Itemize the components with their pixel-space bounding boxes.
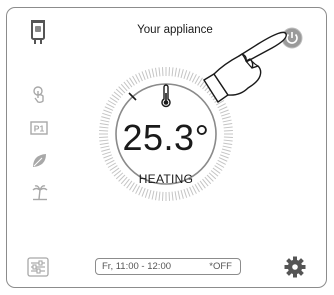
dial-tick — [101, 116, 111, 120]
dial-tick — [183, 189, 188, 198]
sliders-icon[interactable] — [27, 257, 49, 277]
eco-leaf-icon[interactable] — [31, 152, 48, 169]
dial-tick — [174, 67, 177, 77]
dial-tick — [141, 71, 146, 81]
dial-tick — [151, 190, 155, 200]
dial-tick — [138, 186, 143, 196]
holiday-palm-icon[interactable] — [32, 184, 48, 201]
schedule-bar[interactable]: Fr, 11:00 - 12:00 *OFF — [95, 258, 241, 275]
dial-tick — [148, 69, 152, 79]
dial-tick — [186, 187, 191, 197]
dial-tick — [158, 67, 161, 77]
dial-tick — [171, 67, 174, 77]
dial-tick — [104, 106, 114, 111]
dial-tick — [151, 68, 155, 78]
dial-tick — [183, 70, 188, 79]
schedule-state: *OFF — [209, 261, 232, 272]
dial-tick — [189, 72, 194, 82]
dial-tick — [221, 112, 230, 117]
dial-tick — [106, 159, 115, 165]
dial-tick — [174, 191, 177, 201]
dial-tick — [221, 116, 231, 120]
dial-tick — [155, 67, 158, 77]
dial-tick — [180, 189, 184, 199]
boiler-icon — [29, 19, 47, 45]
dial-tick — [158, 191, 161, 201]
dial-tick — [144, 70, 149, 79]
dial-tick — [217, 159, 226, 165]
gear-icon[interactable] — [284, 256, 306, 278]
dial-tick — [102, 112, 111, 117]
dial-tick — [189, 186, 194, 196]
dial-tick — [104, 157, 114, 162]
pointing-hand-icon — [202, 30, 298, 106]
dial-tick — [103, 109, 113, 114]
dial-tick — [177, 190, 181, 200]
touch-control-icon[interactable] — [32, 86, 46, 104]
dial-tick — [138, 72, 143, 82]
dial-tick — [191, 74, 197, 83]
dial-tick — [141, 187, 146, 197]
dial-tick — [148, 189, 152, 199]
schedule-slot: Fr, 11:00 - 12:00 — [102, 261, 172, 272]
dial-tick — [180, 69, 184, 79]
dial-tick — [186, 71, 191, 81]
dial-tick — [135, 185, 141, 194]
dial-tick — [191, 185, 197, 194]
dial-tick — [144, 189, 149, 198]
current-temperature: 25.3° — [122, 117, 210, 158]
dial-tick — [218, 106, 228, 111]
dial-tick — [219, 109, 229, 114]
dial-tick — [135, 74, 141, 83]
dial-tick — [171, 191, 174, 201]
dial-tick — [218, 157, 228, 162]
dial-tick — [155, 191, 158, 201]
dial-tick — [106, 103, 115, 109]
thermometer-icon — [160, 84, 172, 108]
heating-mode-label: HEATING — [138, 172, 194, 186]
p1-program-icon[interactable]: P1 — [30, 121, 48, 135]
dial-tick — [177, 68, 181, 78]
svg-text:P1: P1 — [34, 124, 45, 134]
